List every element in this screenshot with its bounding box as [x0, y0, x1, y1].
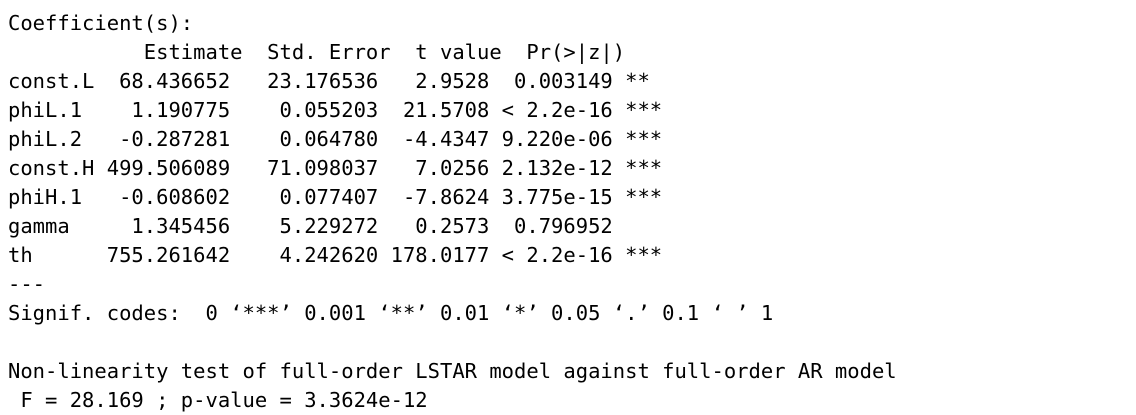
- table-row: th 755.261642 4.242620 178.0177 < 2.2e-1…: [8, 243, 663, 267]
- table-row: phiL.2 -0.287281 0.064780 -4.4347 9.220e…: [8, 127, 663, 151]
- table-row: phiH.1 -0.608602 0.077407 -7.8624 3.775e…: [8, 185, 663, 209]
- test-result: F = 28.169 ; p-value = 3.3624e-12: [8, 388, 428, 412]
- console-output: Coefficient(s): Estimate Std. Error t va…: [8, 9, 1128, 412]
- signif-codes: Signif. codes: 0 ‘***’ 0.001 ‘**’ 0.01 ‘…: [8, 301, 774, 325]
- test-title: Non-linearity test of full-order LSTAR m…: [8, 359, 897, 383]
- coefficients-header: Coefficient(s):: [8, 11, 194, 35]
- table-row: gamma 1.345456 5.229272 0.2573 0.796952: [8, 214, 663, 238]
- table-row: phiL.1 1.190775 0.055203 21.5708 < 2.2e-…: [8, 98, 663, 122]
- separator: ---: [8, 272, 46, 296]
- table-row: const.L 68.436652 23.176536 2.9528 0.003…: [8, 69, 663, 93]
- coefficients-column-headers: Estimate Std. Error t value Pr(>|z|): [8, 40, 675, 64]
- table-row: const.H 499.506089 71.098037 7.0256 2.13…: [8, 156, 663, 180]
